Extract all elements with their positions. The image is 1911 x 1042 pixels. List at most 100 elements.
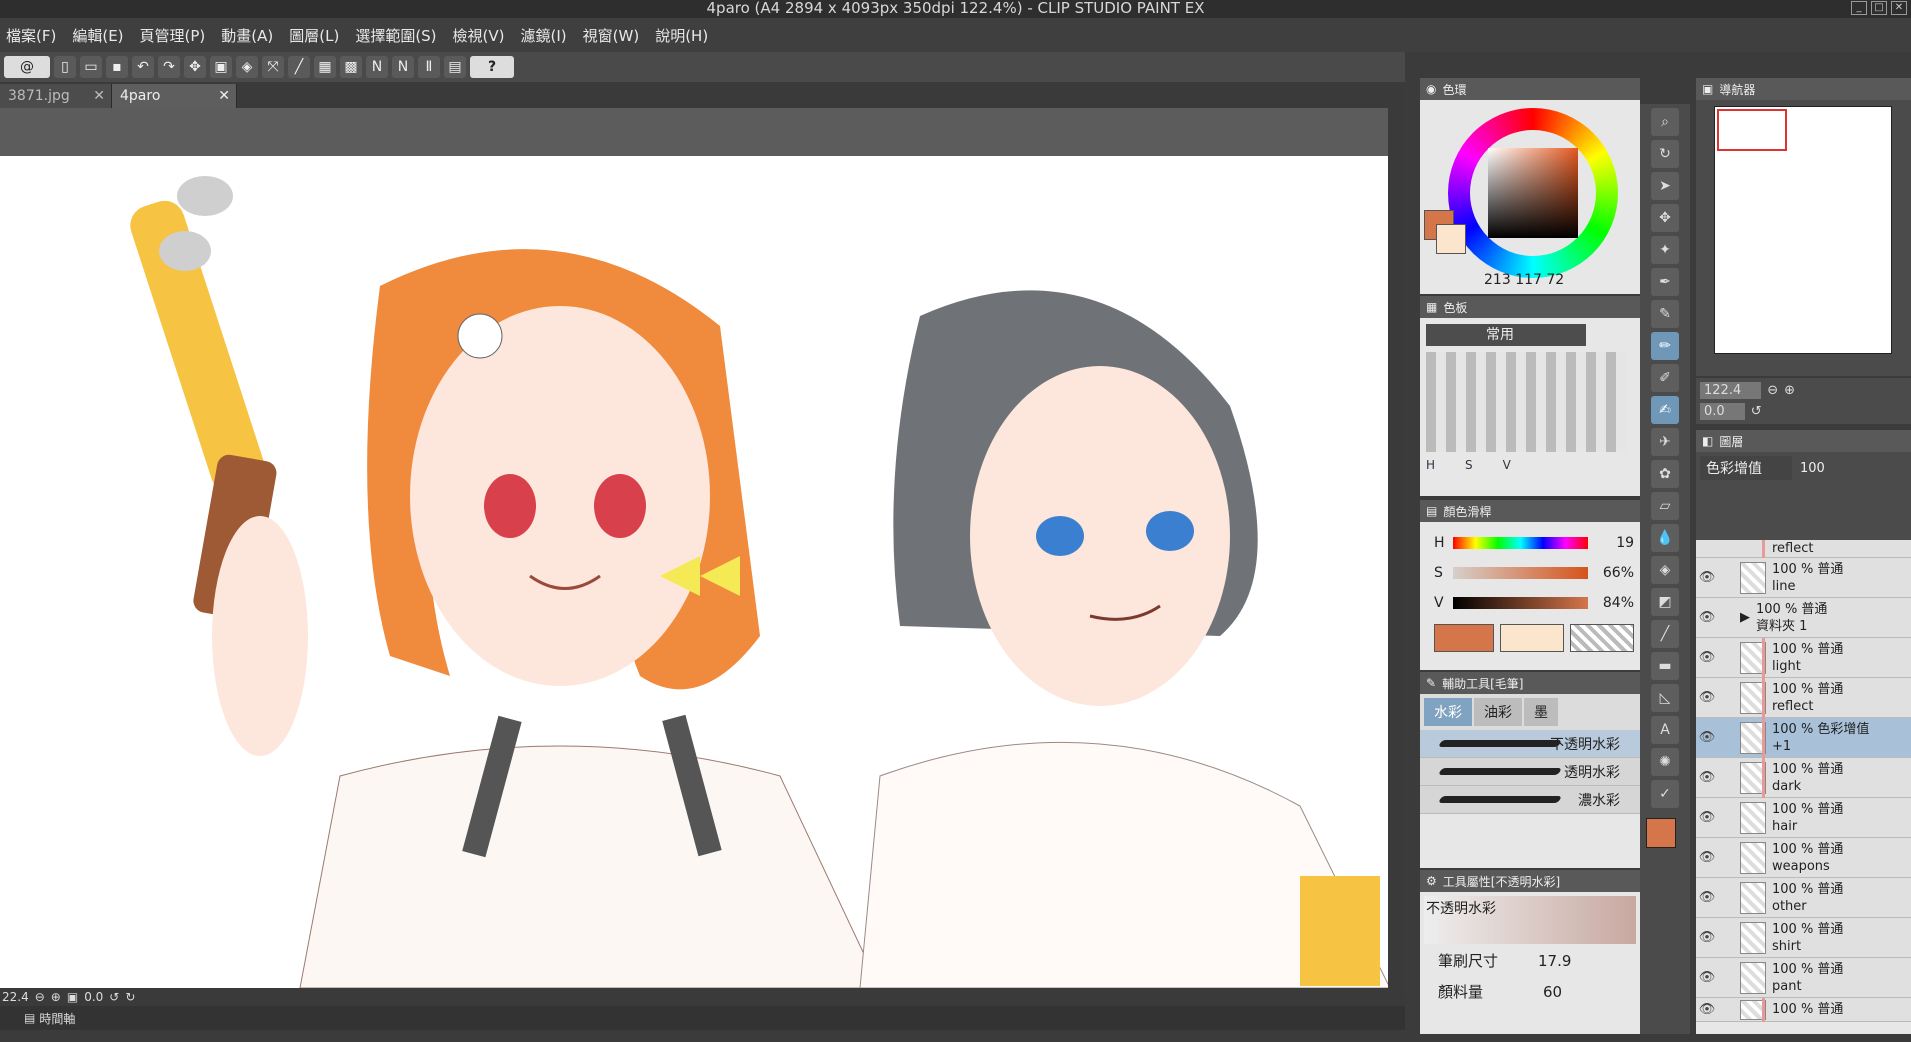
eye-icon[interactable]: 👁: [1696, 1002, 1718, 1017]
opacity-value[interactable]: 100: [1800, 461, 1825, 476]
blend-mode-select[interactable]: 色彩增值: [1700, 456, 1792, 480]
correct-line-icon[interactable]: ✓: [1651, 780, 1679, 808]
vertical-scrollbar[interactable]: [1388, 84, 1402, 988]
saturation-square[interactable]: [1488, 148, 1578, 238]
layer-row[interactable]: 👁 100 % 普通: [1696, 998, 1911, 1022]
angle-readout[interactable]: 0.0: [84, 990, 103, 1004]
layer-row[interactable]: 👁 100 % 普通 weapons: [1696, 838, 1911, 878]
clip-studio-icon[interactable]: @: [4, 56, 50, 78]
blend-icon[interactable]: 💧: [1651, 524, 1679, 552]
vector-icon[interactable]: Ⅱ: [418, 56, 440, 78]
canvas-area[interactable]: [0, 108, 1390, 988]
color-set-select[interactable]: 常用: [1426, 324, 1586, 346]
eye-icon[interactable]: 👁: [1696, 610, 1718, 625]
tab-4paro[interactable]: 4paro ✕: [112, 84, 237, 108]
sub-color-preview[interactable]: [1500, 624, 1565, 652]
saturation-slider[interactable]: [1453, 567, 1588, 579]
undo-icon[interactable]: ↶: [132, 56, 154, 78]
snap-grid-icon[interactable]: ▦: [314, 56, 336, 78]
eye-icon[interactable]: 👁: [1696, 570, 1718, 585]
maximize-button[interactable]: □: [1871, 1, 1887, 15]
navigator-angle[interactable]: 0.0: [1700, 403, 1745, 420]
layer-row[interactable]: 👁 100 % 普通 dark: [1696, 758, 1911, 798]
eye-icon[interactable]: 👁: [1696, 850, 1718, 865]
clear-selection-icon[interactable]: ✥: [184, 56, 206, 78]
eye-icon[interactable]: 👁: [1696, 690, 1718, 705]
navigator-zoom[interactable]: 122.4: [1700, 382, 1762, 399]
v-tab[interactable]: V: [1503, 458, 1511, 472]
rotate-tool-icon[interactable]: ↻: [1651, 140, 1679, 168]
layer-row[interactable]: 👁 100 % 普通 pant: [1696, 958, 1911, 998]
rotate-left-icon[interactable]: ↺: [109, 990, 119, 1004]
canvas-paper[interactable]: [0, 156, 1390, 988]
zoom-in-icon[interactable]: ⊕: [1784, 383, 1795, 398]
save-icon[interactable]: ▪: [106, 56, 128, 78]
v-value[interactable]: 84%: [1596, 595, 1634, 611]
new-file-icon[interactable]: ▯: [54, 56, 76, 78]
folder-icon[interactable]: ▶: [1740, 610, 1750, 625]
eye-icon[interactable]: 👁: [1696, 890, 1718, 905]
folder-row[interactable]: 👁 ▶ 100 % 普通 資料夾 1: [1696, 598, 1911, 638]
view-frame[interactable]: [1717, 109, 1787, 151]
fill-tool-icon[interactable]: ◈: [1651, 556, 1679, 584]
auto-select-icon[interactable]: ✦: [1651, 236, 1679, 264]
ruler-icon[interactable]: ◺: [1651, 684, 1679, 712]
menu-animation[interactable]: 動畫(A): [221, 25, 273, 46]
navigator-thumbnail[interactable]: [1714, 106, 1892, 354]
redo-icon[interactable]: ↷: [158, 56, 180, 78]
eraser-icon[interactable]: ▱: [1651, 492, 1679, 520]
operation-tool-icon[interactable]: ➤: [1651, 172, 1679, 200]
zoom-tool-icon[interactable]: ⌕: [1651, 108, 1679, 136]
pencil-tool-icon[interactable]: ✐: [1651, 364, 1679, 392]
layer-row[interactable]: 👁 100 % 普通 light: [1696, 638, 1911, 678]
fit-icon[interactable]: ▣: [67, 990, 78, 1004]
close-button[interactable]: ✕: [1891, 1, 1907, 15]
eye-icon[interactable]: 👁: [1696, 810, 1718, 825]
frame-icon[interactable]: ▬: [1651, 652, 1679, 680]
s-value[interactable]: 66%: [1596, 565, 1634, 581]
open-file-icon[interactable]: ▭: [80, 56, 102, 78]
minimize-button[interactable]: _: [1851, 1, 1867, 15]
display-icon[interactable]: ▤: [444, 56, 466, 78]
pen-pressure-icon[interactable]: N: [366, 56, 388, 78]
brush-transparent-watercolor[interactable]: 透明水彩: [1420, 758, 1640, 786]
layer-row[interactable]: 👁 100 % 普通 line: [1696, 558, 1911, 598]
text-tool-icon[interactable]: A: [1651, 716, 1679, 744]
layer-row[interactable]: reflect: [1696, 540, 1911, 558]
brush-opaque-watercolor[interactable]: 不透明水彩: [1420, 730, 1640, 758]
menu-page[interactable]: 頁管理(P): [140, 25, 206, 46]
eye-icon[interactable]: 👁: [1696, 650, 1718, 665]
close-tab-icon[interactable]: ✕: [93, 84, 105, 108]
snap-special-icon[interactable]: ▩: [340, 56, 362, 78]
zoom-out-icon[interactable]: ⊖: [35, 990, 45, 1004]
menu-window[interactable]: 視窗(W): [583, 25, 640, 46]
figure-icon[interactable]: ╱: [1651, 620, 1679, 648]
layer-row[interactable]: 👁 100 % 普通 reflect: [1696, 678, 1911, 718]
gradient-icon[interactable]: ◩: [1651, 588, 1679, 616]
zoom-in-icon[interactable]: ⊕: [51, 990, 61, 1004]
pen-tool-icon[interactable]: ✎: [1651, 300, 1679, 328]
brush-dense-watercolor[interactable]: 濃水彩: [1420, 786, 1640, 814]
airbrush-icon[interactable]: ✈: [1651, 428, 1679, 456]
sub-color-swatch[interactable]: [1436, 224, 1466, 254]
hue-slider[interactable]: [1453, 537, 1588, 549]
rotate-icon[interactable]: ↺: [1751, 404, 1762, 419]
eye-icon[interactable]: 👁: [1696, 930, 1718, 945]
layer-row[interactable]: 👁 100 % 普通 other: [1696, 878, 1911, 918]
menu-view[interactable]: 檢視(V): [453, 25, 505, 46]
menu-layer[interactable]: 圖層(L): [289, 25, 339, 46]
zoom-out-icon[interactable]: ⊖: [1767, 383, 1778, 398]
zoom-readout[interactable]: 22.4: [2, 990, 29, 1004]
layer-row[interactable]: 👁 100 % 普通 shirt: [1696, 918, 1911, 958]
main-color-chip[interactable]: [1646, 818, 1676, 848]
eye-icon[interactable]: 👁: [1696, 970, 1718, 985]
color-swatch-grid[interactable]: [1426, 352, 1626, 452]
s-tab[interactable]: S: [1465, 458, 1473, 472]
layer-row[interactable]: 👁 100 % 普通 hair: [1696, 798, 1911, 838]
layer-row-selected[interactable]: 👁 100 % 色彩增值 +1: [1696, 718, 1911, 758]
timeline-label[interactable]: 時間軸: [39, 1010, 75, 1027]
eye-icon[interactable]: 👁: [1696, 730, 1718, 745]
crop-icon[interactable]: ▣: [210, 56, 232, 78]
main-color-preview[interactable]: [1434, 624, 1495, 652]
menu-filter[interactable]: 濾鏡(I): [521, 25, 567, 46]
